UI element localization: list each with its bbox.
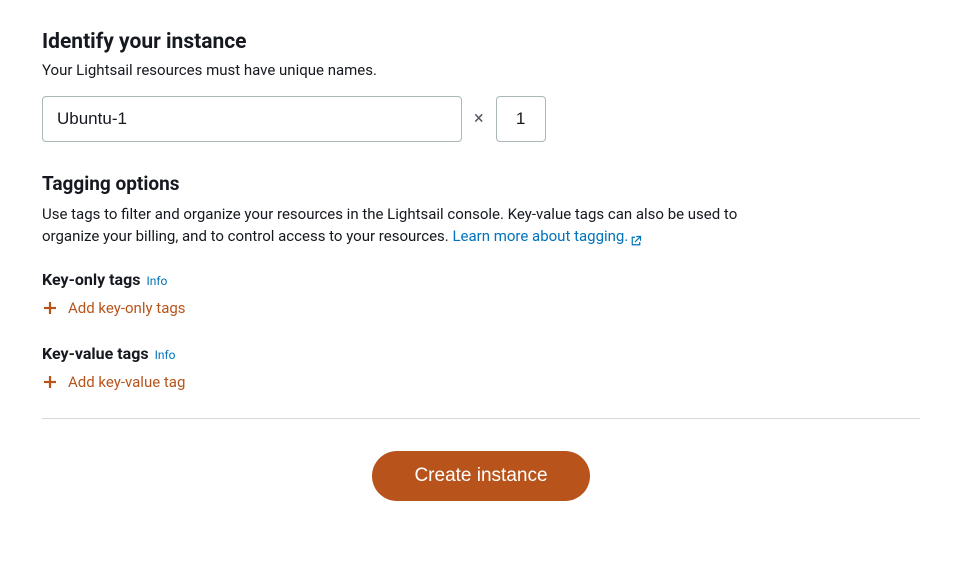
key-value-info-link[interactable]: Info <box>155 348 176 362</box>
create-button-row: Create instance <box>42 451 920 501</box>
add-key-only-tags-button[interactable]: Add key-only tags <box>42 299 186 317</box>
key-only-tags-heading: Key-only tags <box>42 270 140 289</box>
create-instance-button[interactable]: Create instance <box>372 451 589 501</box>
section-divider <box>42 418 920 419</box>
tagging-options-heading: Tagging options <box>42 172 920 195</box>
add-key-value-tag-label: Add key-value tag <box>68 373 185 391</box>
identify-subtext: Your Lightsail resources must have uniqu… <box>42 60 920 82</box>
instance-name-row: × <box>42 96 920 142</box>
key-only-info-link[interactable]: Info <box>146 274 167 288</box>
tagging-options-description: Use tags to filter and organize your res… <box>42 203 782 248</box>
add-key-only-tags-label: Add key-only tags <box>68 299 186 317</box>
key-value-tags-heading: Key-value tags <box>42 344 149 363</box>
plus-icon <box>42 300 58 316</box>
identify-instance-heading: Identify your instance <box>42 30 920 54</box>
multiply-symbol: × <box>474 108 484 129</box>
learn-more-tagging-link[interactable]: Learn more about tagging. <box>452 227 642 245</box>
external-link-icon <box>630 231 642 243</box>
plus-icon <box>42 374 58 390</box>
instance-quantity-input[interactable] <box>496 96 546 142</box>
key-only-tags-section: Key-only tags Info Add key-only tags <box>42 270 920 320</box>
instance-name-input[interactable] <box>42 96 462 142</box>
key-value-tags-section: Key-value tags Info Add key-value tag <box>42 344 920 394</box>
add-key-value-tag-button[interactable]: Add key-value tag <box>42 373 185 391</box>
